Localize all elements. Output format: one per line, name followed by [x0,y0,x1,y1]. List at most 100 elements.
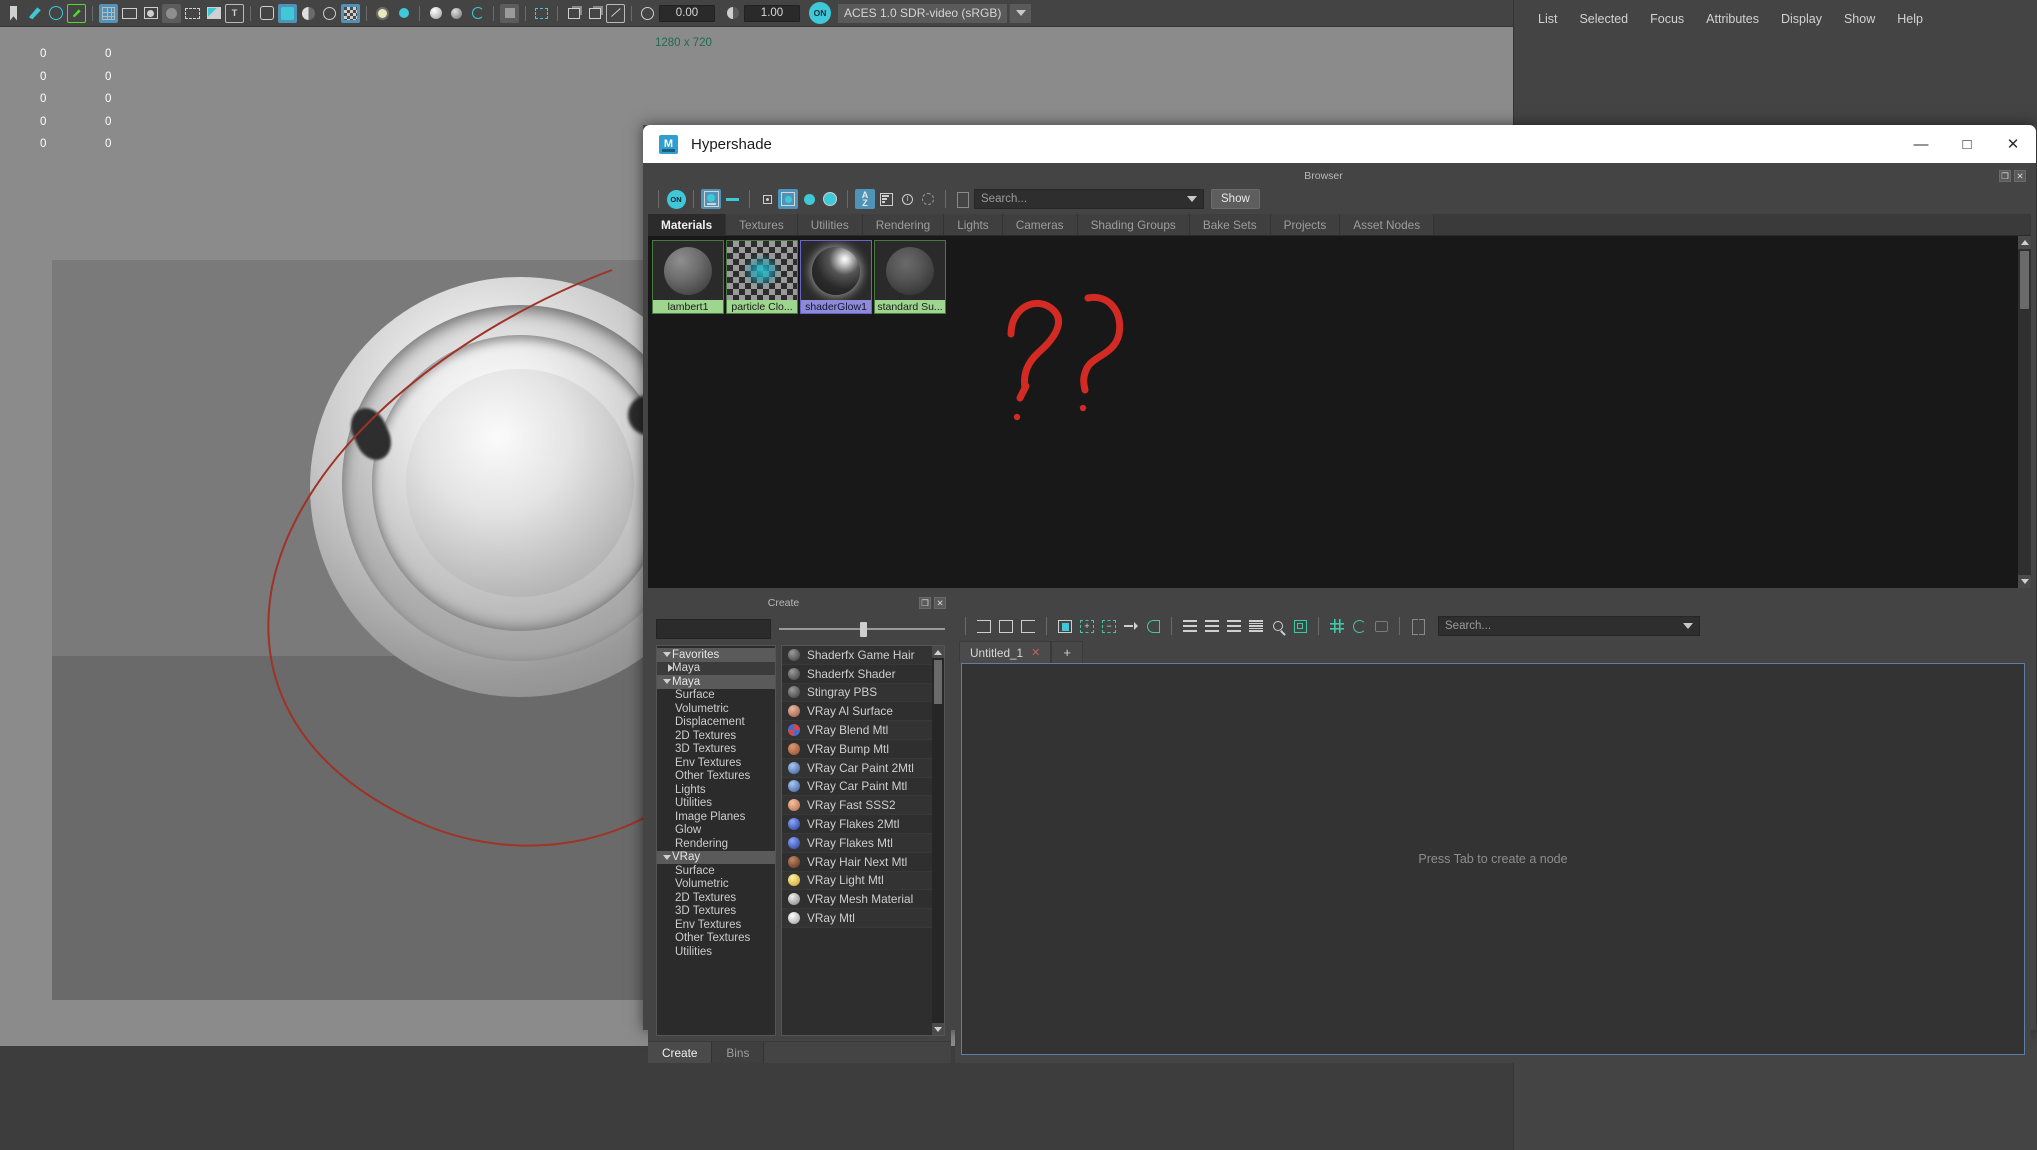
hypershade-titlebar[interactable]: M Hypershade — □ ✕ [643,125,2036,163]
scroll-thumb[interactable] [2020,251,2029,309]
tab-utilities[interactable]: Utilities [797,214,863,235]
tree-item-maya-utilities[interactable]: Utilities [657,797,775,811]
render-region-icon[interactable] [183,4,202,23]
swatch-thumbnail[interactable] [726,240,798,300]
aperture-icon[interactable] [638,4,657,23]
material-swatch[interactable]: standard Su... [874,240,946,314]
tree-item-favorites[interactable]: Favorites [657,648,775,662]
tree-item-maya-2d-textures[interactable]: 2D Textures [657,729,775,743]
medium-swatch-icon[interactable] [778,189,798,209]
grid-snap-icon[interactable] [99,3,118,23]
add-tab-button[interactable]: + [1051,641,1083,663]
tab-asset-nodes[interactable]: Asset Nodes [1340,214,1435,235]
light-icon[interactable] [373,4,392,23]
bookmark-icon[interactable] [4,4,23,23]
move-snap-icon[interactable] [46,4,65,23]
browser-search-input[interactable]: Search... [974,189,1204,209]
tab-rendering[interactable]: Rendering [862,214,945,235]
connected-view-icon[interactable] [1202,616,1222,636]
tree-item-vray-env-textures[interactable]: Env Textures [657,918,775,932]
tab-lights[interactable]: Lights [944,214,1003,235]
close-panel-icon[interactable]: ✕ [2014,170,2027,182]
connect-icon[interactable] [1143,616,1163,636]
tab-untitled-1[interactable]: Untitled_1 ✕ [959,641,1052,663]
view-snap-icon[interactable] [120,4,139,23]
list-item[interactable]: VRay Mesh Material [782,890,944,910]
swatch-thumbnail[interactable] [652,240,724,300]
gamma-field[interactable]: 0.00 [659,4,715,22]
half-shade-icon[interactable] [299,4,318,23]
scroll-up-icon[interactable] [2018,236,2031,249]
tree-item-vray-volumetric[interactable]: Volumetric [657,878,775,892]
select-marquee-icon[interactable] [532,4,551,23]
swatch-thumbnail[interactable] [800,240,872,300]
chevron-down-icon[interactable] [1009,3,1032,23]
snap-grid-icon[interactable] [1349,616,1369,636]
maximize-icon[interactable]: □ [1944,125,1990,163]
grid-toggle-icon[interactable] [1327,616,1347,636]
contrast-icon[interactable] [723,4,742,23]
cube-wire-icon[interactable] [257,4,276,23]
menu-display[interactable]: Display [1781,12,1822,26]
add-selected-icon[interactable]: + [1077,616,1097,636]
sort-time-icon[interactable] [897,189,917,209]
tree-item-maya-rendering[interactable]: Rendering [657,837,775,851]
tree-item-maya-lights[interactable]: Lights [657,783,775,797]
chevron-down-icon[interactable] [1683,620,1693,632]
list-item[interactable]: Stingray PBS [782,683,944,703]
swatch-thumbnail[interactable] [874,240,946,300]
wire-circle-icon[interactable] [468,4,487,23]
menu-help[interactable]: Help [1897,12,1923,26]
tab-materials[interactable]: Materials [648,214,727,235]
render-swatch-icon[interactable] [701,189,721,209]
list-item[interactable]: VRay Car Paint 2Mtl [782,758,944,778]
tree-item-maya-env-textures[interactable]: Env Textures [657,756,775,770]
exposure-field[interactable]: 1.00 [744,4,800,22]
tab-bins[interactable]: Bins [712,1042,765,1063]
material-swatch[interactable]: lambert1 [652,240,724,314]
list-item[interactable]: VRay Bump Mtl [782,739,944,759]
texture-sphere-icon[interactable] [426,4,445,23]
create-category-tree[interactable]: Favorites Maya Maya Surface Volumetric D… [656,645,776,1036]
plane-snap-icon[interactable] [162,3,181,23]
menu-show[interactable]: Show [1844,12,1875,26]
tree-item-maya-3d-textures[interactable]: 3D Textures [657,743,775,757]
list-item[interactable]: VRay Hair Next Mtl [782,852,944,872]
create-node-list[interactable]: Shaderfx Game Hair Shaderfx Shader Sting… [781,645,945,1036]
colorspace-select[interactable]: ACES 1.0 SDR-video (sRGB) [838,3,1008,23]
output-connections-icon[interactable] [1018,616,1038,636]
material-swatch[interactable]: particle Clo... [726,240,798,314]
image-snap-icon[interactable] [204,4,223,23]
tree-item-maya-other-textures[interactable]: Other Textures [657,770,775,784]
cube-solid-icon[interactable] [278,3,297,23]
text-snap-icon[interactable]: T [225,3,244,23]
material-swatch-grid[interactable]: lambert1 particle Clo... shaderGlow1 sta… [648,236,2031,588]
tree-item-maya-displacement[interactable]: Displacement [657,716,775,730]
list-view-icon[interactable] [1246,616,1266,636]
tree-item-vray-utilities[interactable]: Utilities [657,945,775,959]
xlarge-swatch-icon[interactable] [820,189,840,209]
list-item[interactable]: VRay Light Mtl [782,871,944,891]
tree-item-favorites-maya[interactable]: Maya [657,661,775,675]
scroll-down-icon[interactable] [2018,575,2031,588]
colormanagement-toggle[interactable]: ON [809,2,831,24]
list-item[interactable]: Shaderfx Shader [782,664,944,684]
close-panel-icon[interactable]: ✕ [934,597,947,609]
copy-icon[interactable] [585,4,604,23]
close-tab-icon[interactable]: ✕ [1031,646,1040,659]
cage-icon[interactable] [320,4,339,23]
slider-knob[interactable] [860,621,868,637]
tree-item-maya-surface[interactable]: Surface [657,689,775,703]
tab-textures[interactable]: Textures [726,214,798,235]
small-swatch-icon[interactable] [757,189,777,209]
full-view-icon[interactable] [1224,616,1244,636]
tree-item-maya-volumetric[interactable]: Volumetric [657,702,775,716]
list-item[interactable]: VRay Fast SSS2 [782,796,944,816]
pencil-icon[interactable] [67,3,86,23]
sort-reverse-icon[interactable] [876,189,896,209]
list-item[interactable]: VRay Car Paint Mtl [782,777,944,797]
show-history-icon[interactable] [1371,616,1391,636]
menu-selected[interactable]: Selected [1579,12,1628,26]
float-panel-icon[interactable]: ❐ [919,597,932,609]
tree-item-maya[interactable]: Maya [657,675,775,689]
